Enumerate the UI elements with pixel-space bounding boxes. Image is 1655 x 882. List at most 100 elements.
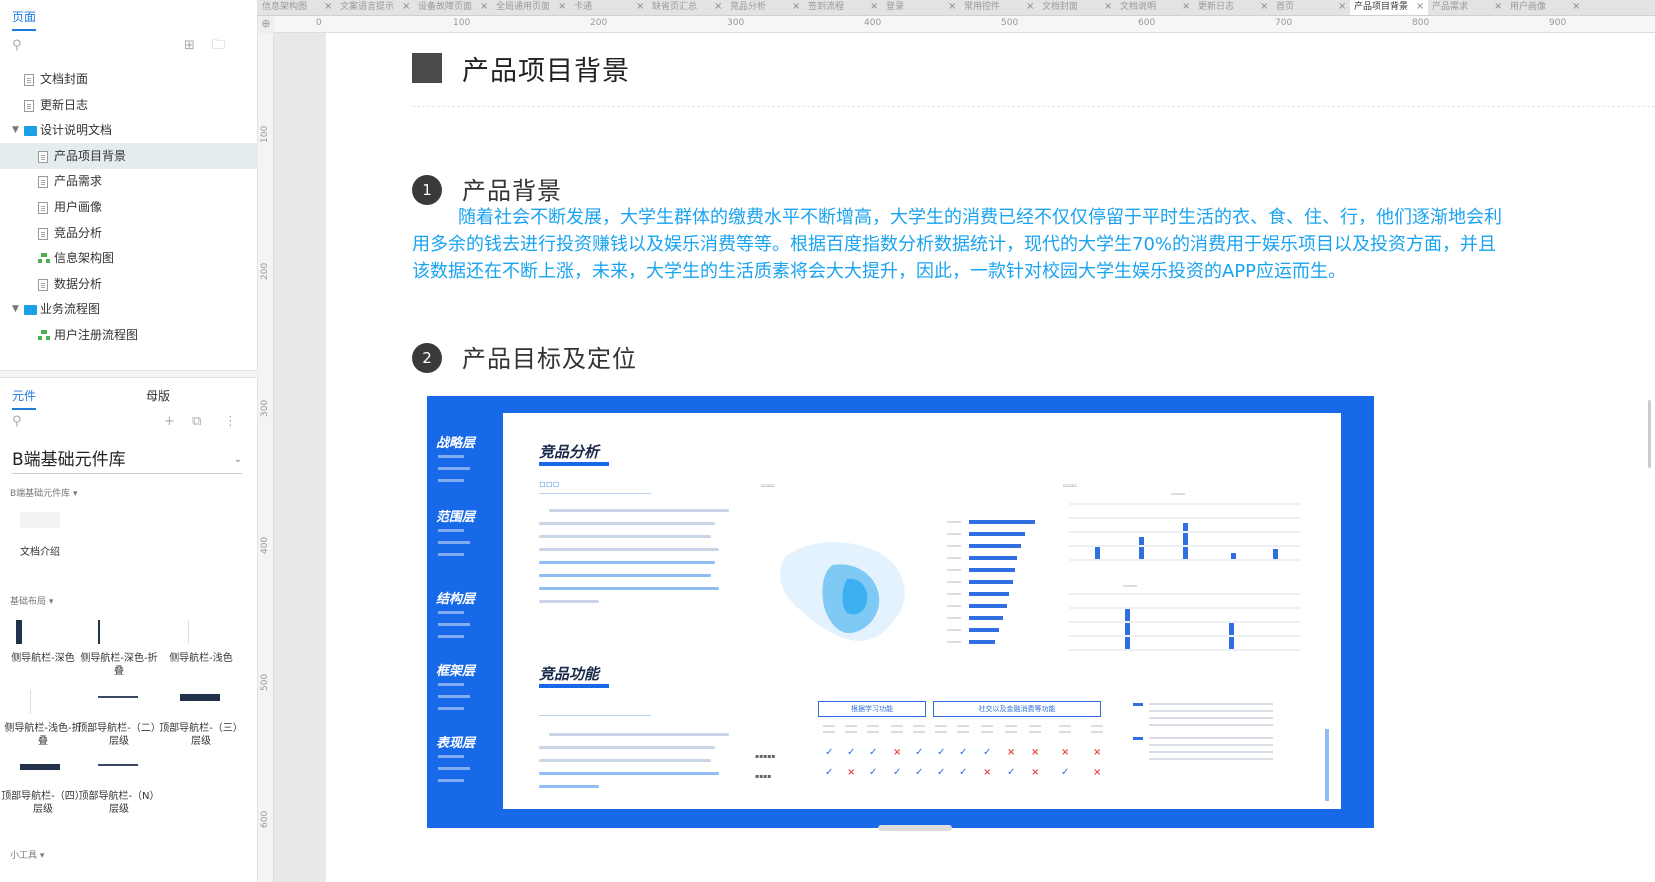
text-line <box>539 535 711 538</box>
widget-thumbnail <box>0 756 86 784</box>
close-icon[interactable]: × <box>1416 0 1424 14</box>
vertical-scrollbar[interactable] <box>1648 400 1651 468</box>
layer-label: 战略层 <box>436 436 476 451</box>
close-icon[interactable]: × <box>1104 0 1112 14</box>
tree-item[interactable]: 竞品分析 <box>0 220 258 246</box>
document-tab[interactable]: 产品项目背景 × <box>1350 0 1428 15</box>
close-icon[interactable]: × <box>1494 0 1502 14</box>
legend-bar <box>1325 729 1329 801</box>
layer-line <box>438 455 464 458</box>
tree-item[interactable]: 更新日志 <box>0 92 258 118</box>
close-icon[interactable]: × <box>714 0 722 14</box>
vertical-ruler: 100 200 300 400 500 600 <box>258 33 274 882</box>
add-library-icon[interactable]: + <box>164 414 175 430</box>
close-icon[interactable]: × <box>948 0 956 14</box>
layer-line <box>438 683 464 686</box>
close-icon[interactable]: × <box>1182 0 1190 14</box>
widget-label: 文档介绍 <box>20 547 60 558</box>
close-icon[interactable]: × <box>870 0 878 14</box>
close-icon[interactable]: × <box>1338 0 1346 14</box>
doc-intro-widget[interactable]: 文档介绍 <box>0 512 80 559</box>
widget-item[interactable]: 顶部导航栏-（三）层级 <box>158 688 244 748</box>
widget-item[interactable]: 顶部导航栏-（四）层级 <box>0 756 86 816</box>
sub-rule <box>539 715 651 716</box>
widget-item[interactable]: 侧导航栏-深色 <box>0 618 86 665</box>
document-tab[interactable]: 更新日志 × <box>1194 0 1272 15</box>
tree-item[interactable]: 文档封面 <box>0 66 258 92</box>
chevron-down-icon[interactable]: ▼ <box>12 296 19 322</box>
horizontal-scrollbar[interactable] <box>878 825 952 831</box>
tree-item[interactable]: 用户画像 <box>0 194 258 220</box>
close-icon[interactable]: × <box>1026 0 1034 14</box>
title-divider <box>412 106 1655 107</box>
close-icon[interactable]: × <box>480 0 488 14</box>
close-icon[interactable]: × <box>1572 0 1580 14</box>
layer-label: 范围层 <box>436 510 476 525</box>
document-tab[interactable]: 缺省页汇总 × <box>648 0 726 15</box>
tree-item[interactable]: 数据分析 <box>0 271 258 297</box>
document-tab[interactable]: 全局通用页面 × <box>492 0 570 15</box>
cross-icon: × <box>1061 747 1070 758</box>
design-canvas[interactable]: 产品项目背景 1 产品背景 随着社会不断发展，大学生群体的缴费水平不断增高，大学… <box>326 33 1655 882</box>
tree-item[interactable]: 信息架构图 <box>0 245 258 271</box>
library-select[interactable]: B端基础元件库 ⌄ <box>12 448 242 474</box>
document-tab[interactable]: 首页 × <box>1272 0 1350 15</box>
panel-divider[interactable] <box>0 370 258 378</box>
document-tab[interactable]: 常用控件 × <box>960 0 1038 15</box>
tree-item[interactable]: ▼ 设计说明文档 <box>0 117 258 143</box>
widget-item[interactable]: 顶部导航栏-（N）层级 <box>76 756 162 816</box>
legend-text <box>1149 724 1273 726</box>
widget-item[interactable]: 顶部导航栏-（二）层级 <box>76 688 162 748</box>
ruler-tick: 900 <box>1549 18 1567 28</box>
text-line <box>539 574 711 577</box>
legend-text <box>1149 744 1273 746</box>
library-section-label[interactable]: B端基础元件库 ▾ <box>10 486 78 499</box>
tools-section-label[interactable]: 小工具 ▾ <box>10 848 44 861</box>
close-icon[interactable]: × <box>636 0 644 14</box>
document-tab[interactable]: 设备故障页面 × <box>414 0 492 15</box>
document-tab[interactable]: 签到流程 × <box>804 0 882 15</box>
more-options-icon[interactable]: ⋮ <box>224 414 237 430</box>
search-icon[interactable]: ⚲ <box>12 38 22 54</box>
grid-line <box>1069 607 1301 609</box>
library-menu-icon[interactable]: ⧉ <box>192 414 201 430</box>
tree-item[interactable]: 产品项目背景 <box>0 142 258 169</box>
widgets-tab[interactable]: 元件 <box>12 387 37 410</box>
grid-line <box>1069 635 1301 637</box>
tree-item[interactable]: 用户注册流程图 <box>0 322 258 348</box>
feature-box-2: 社交以及金融消费等功能 <box>933 701 1101 717</box>
close-icon[interactable]: × <box>558 0 566 14</box>
document-tab[interactable]: 用户画像 × <box>1506 0 1584 15</box>
tree-item[interactable]: ▼ 业务流程图 <box>0 296 258 322</box>
document-tab[interactable]: 竞品分析 × <box>726 0 804 15</box>
chevron-down-icon[interactable]: ▼ <box>12 117 19 143</box>
layout-section-label[interactable]: 基础布局 ▾ <box>10 594 53 607</box>
add-folder-icon[interactable]: 🗀 <box>212 38 225 54</box>
document-tab[interactable]: 信息架构图 × <box>258 0 336 15</box>
close-icon[interactable]: × <box>324 0 332 14</box>
widget-item[interactable]: 侧导航栏-浅色-折叠 <box>0 688 86 748</box>
close-icon[interactable]: × <box>1260 0 1268 14</box>
competitive-analysis-image[interactable]: 战略层 范围层 结构层 框架层 表现层 竞品分析 ▫▫▫ 竞品功能 ▫▫▫▫ ▫… <box>427 396 1374 828</box>
crosshair-icon[interactable]: ⊕ <box>258 16 274 33</box>
check-icon: ✓ <box>959 747 968 758</box>
close-icon[interactable]: × <box>402 0 410 14</box>
add-page-icon[interactable]: ⊞ <box>184 38 195 54</box>
pages-tab[interactable]: 页面 <box>12 8 37 31</box>
document-tab[interactable]: 文档封面 × <box>1038 0 1116 15</box>
widget-item[interactable]: 侧导航栏-深色-折叠 <box>76 618 162 678</box>
document-tab[interactable]: 卡通 × <box>570 0 648 15</box>
widget-item[interactable]: 侧导航栏-浅色 <box>158 618 244 665</box>
masters-tab[interactable]: 母版 <box>146 387 170 404</box>
widgets-toolbar: ⚲ + ⧉ ⋮ <box>12 414 241 432</box>
close-icon[interactable]: × <box>792 0 800 14</box>
search-icon[interactable]: ⚲ <box>12 414 22 430</box>
document-tab[interactable]: 登录 × <box>882 0 960 15</box>
document-tab[interactable]: 文案语言提示 × <box>336 0 414 15</box>
section-number-2: 2 <box>412 343 442 373</box>
ruler-tick: 600 <box>260 810 270 828</box>
document-tab[interactable]: 产品需求 × <box>1428 0 1506 15</box>
cross-icon: × <box>1093 767 1102 778</box>
tree-item[interactable]: 产品需求 <box>0 168 258 194</box>
document-tab[interactable]: 文档说明 × <box>1116 0 1194 15</box>
